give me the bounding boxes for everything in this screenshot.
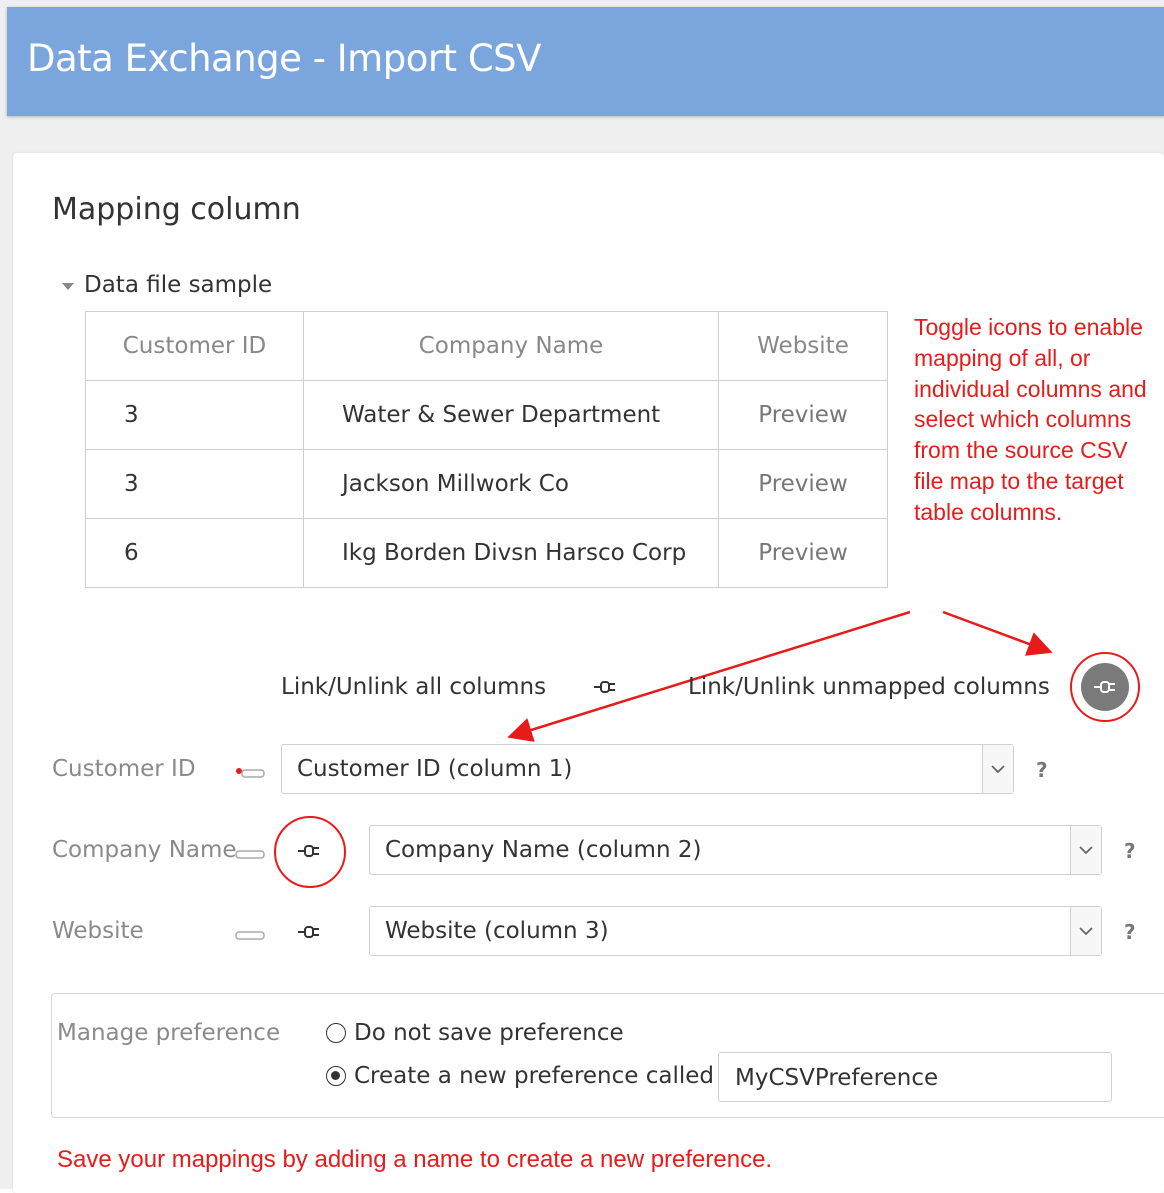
plug-icon [1094, 681, 1115, 693]
link-unlink-all-label: Link/Unlink all columns [281, 674, 547, 700]
key-icon[interactable] [234, 845, 265, 859]
field-label-customer-id: Customer ID [52, 756, 196, 782]
help-icon[interactable]: ? [1036, 758, 1048, 782]
help-icon[interactable]: ? [1124, 920, 1136, 944]
link-unlink-unmapped-label: Link/Unlink unmapped columns [688, 674, 1050, 700]
field-label-website: Website [52, 918, 144, 944]
unmapped-plug-toggle[interactable] [1081, 663, 1129, 711]
footer-note: Save your mappings by adding a name to c… [57, 1146, 773, 1173]
radio-button-selected[interactable] [326, 1066, 346, 1086]
plug-icon[interactable] [298, 844, 320, 858]
customer-id-mapping-select[interactable]: Customer ID (column 1) [281, 744, 1014, 794]
chevron-down-icon[interactable] [1070, 907, 1101, 955]
key-icon[interactable] [234, 764, 265, 778]
field-label-company-name: Company Name [52, 837, 237, 863]
key-icon[interactable] [234, 926, 265, 940]
radio-label: Create a new preference called [354, 1063, 714, 1089]
select-value: Website (column 3) [385, 918, 609, 944]
plug-icon[interactable] [298, 925, 320, 939]
plug-icon[interactable] [594, 680, 616, 694]
radio-create-new[interactable]: Create a new preference called [326, 1063, 714, 1089]
help-icon[interactable]: ? [1124, 839, 1136, 863]
chevron-down-icon[interactable] [982, 745, 1013, 793]
input-value: MyCSVPreference [735, 1065, 939, 1091]
radio-button[interactable] [326, 1023, 346, 1043]
radio-label: Do not save preference [354, 1020, 624, 1046]
company-name-mapping-select[interactable]: Company Name (column 2) [369, 825, 1102, 875]
radio-do-not-save[interactable]: Do not save preference [326, 1020, 624, 1046]
select-value: Customer ID (column 1) [297, 756, 573, 782]
preference-name-input[interactable]: MyCSVPreference [718, 1052, 1112, 1102]
chevron-down-icon[interactable] [1070, 826, 1101, 874]
arrow-to-unmapped-toggle [942, 610, 1053, 656]
manage-preference-label: Manage preference [57, 1020, 281, 1046]
website-mapping-select[interactable]: Website (column 3) [369, 906, 1102, 956]
select-value: Company Name (column 2) [385, 837, 702, 863]
